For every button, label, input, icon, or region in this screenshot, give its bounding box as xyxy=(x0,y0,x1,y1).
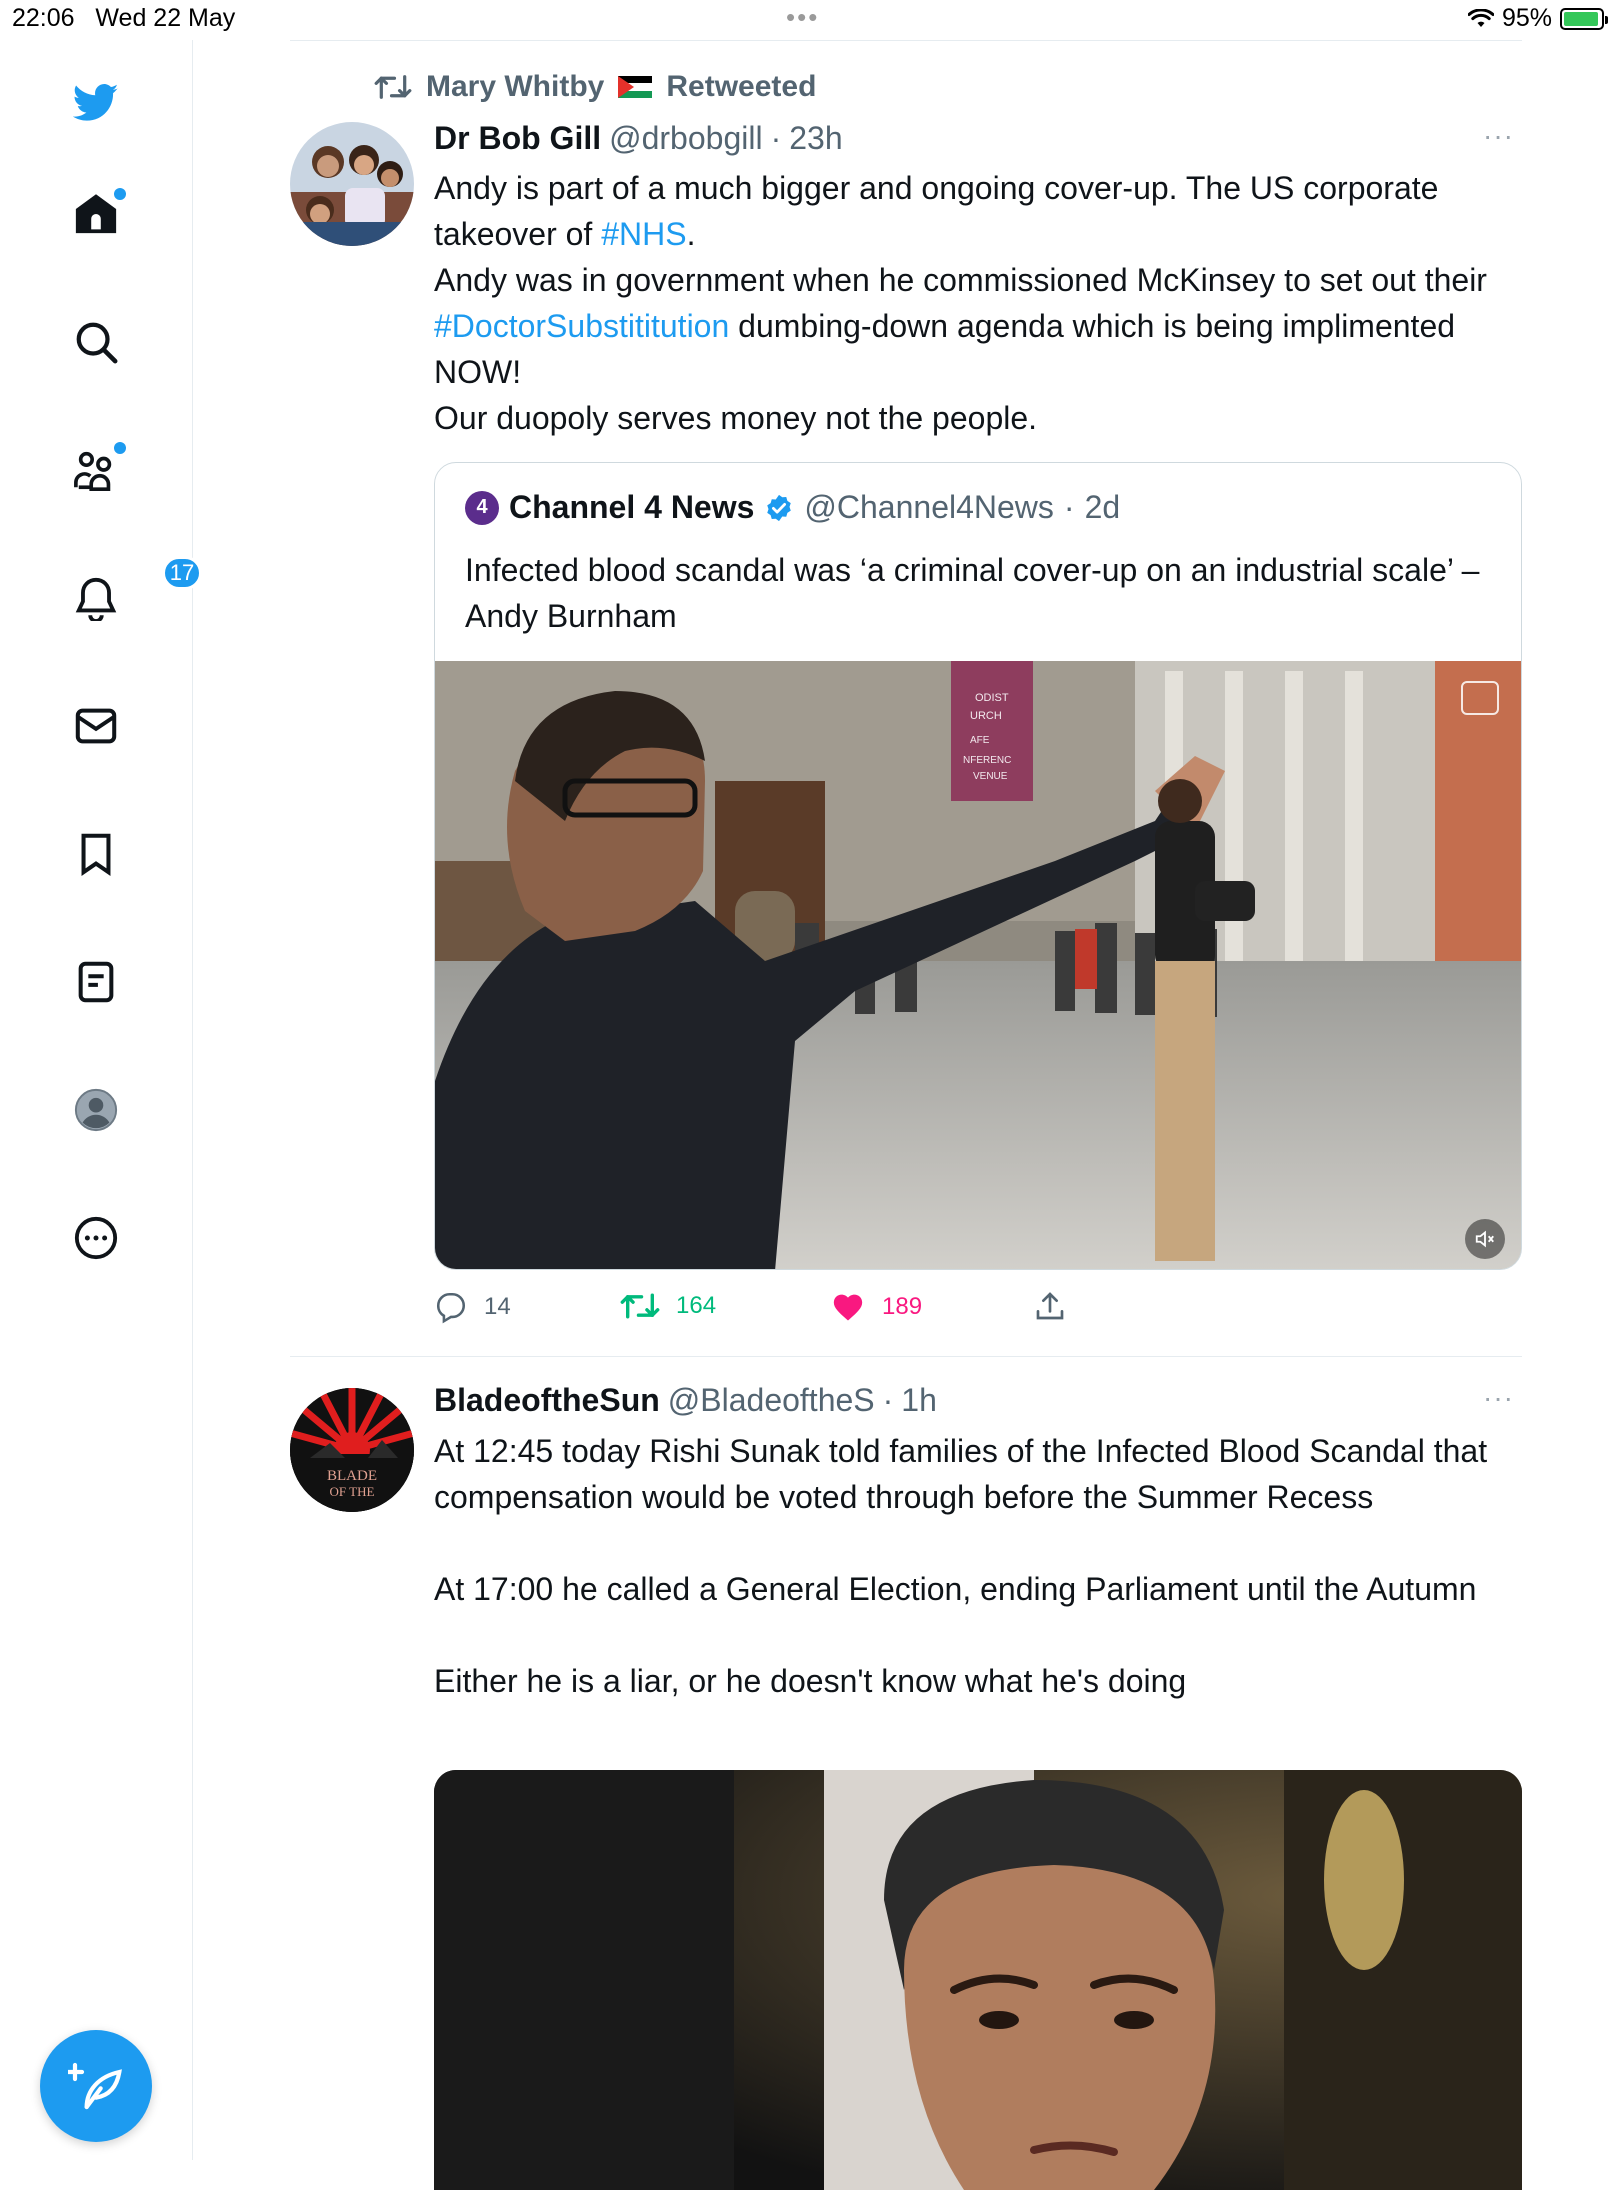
quoted-author-handle[interactable]: @Channel4News xyxy=(804,489,1054,526)
home-icon[interactable] xyxy=(64,182,128,246)
banner-line: NFERENC xyxy=(963,755,1011,766)
author-name[interactable]: BladeoftheSun xyxy=(434,1382,660,1419)
messages-icon[interactable] xyxy=(64,694,128,758)
avatar[interactable]: BLADE OF THE xyxy=(290,1388,414,1512)
status-indicators: 95% xyxy=(1467,4,1608,33)
mute-toggle-button[interactable] xyxy=(1465,1219,1505,1259)
retweet-count: 164 xyxy=(676,1292,717,1319)
bookmarks-icon[interactable] xyxy=(64,822,128,886)
retweet-button[interactable]: 164 xyxy=(620,1290,716,1322)
tweet-actions: 14 164 189 xyxy=(434,1290,1434,1340)
tweet-paragraph: At 17:00 he called a General Election, e… xyxy=(434,1571,1477,1607)
banner-line: URCH xyxy=(970,710,1002,722)
captions-toggle-icon[interactable] xyxy=(1461,681,1499,715)
tweet-photo[interactable] xyxy=(434,1770,1522,2190)
video-player[interactable]: ODIST URCH AFE NFERENC VENUE xyxy=(435,661,1521,1269)
tweet-paragraph: At 12:45 today Rishi Sunak told families… xyxy=(434,1433,1488,1515)
compose-tweet-icon xyxy=(68,2062,122,2110)
channel4-logo-icon[interactable]: 4 xyxy=(465,490,499,525)
profile-icon[interactable] xyxy=(64,1078,128,1142)
palestine-flag-icon xyxy=(618,76,653,98)
banner-line: VENUE xyxy=(973,771,1008,782)
tweet-paragraph: Either he is a liar, or he doesn't know … xyxy=(434,1663,1187,1699)
quoted-tweet-header: 4 Channel 4 News @Channel4News · 2d xyxy=(465,489,1120,526)
banner-line: AFE xyxy=(970,735,990,746)
author-name[interactable]: Dr Bob Gill xyxy=(434,120,601,157)
like-count: 189 xyxy=(882,1293,923,1320)
author-handle[interactable]: @drbobgill xyxy=(609,120,762,157)
battery-icon xyxy=(1560,7,1608,30)
tweet-header: Dr Bob Gill @drbobgill · 23h xyxy=(434,120,843,157)
tweet-line: Andy was in government when he commissio… xyxy=(434,262,1487,390)
heart-filled-icon xyxy=(833,1294,863,1321)
retweet-icon xyxy=(620,1293,660,1319)
compose-tweet-button[interactable] xyxy=(40,2030,152,2142)
twitter-bird-icon[interactable] xyxy=(64,70,128,134)
timeline-feed: Mary Whitby Retweeted Dr Bob Gill @drbob… xyxy=(290,40,1522,2190)
status-time-date: 22:06 Wed 22 May xyxy=(12,4,236,32)
avatar[interactable] xyxy=(290,122,414,246)
notifications-badge: 17 xyxy=(162,556,202,590)
retweeter-name[interactable]: Mary Whitby xyxy=(426,70,604,104)
share-icon xyxy=(1036,1292,1064,1320)
retweet-context[interactable]: Mary Whitby Retweeted xyxy=(374,70,816,104)
quoted-tweet-time[interactable]: 2d xyxy=(1085,489,1121,526)
verified-badge-icon xyxy=(767,494,792,521)
sidebar: 17 xyxy=(0,40,202,2160)
more-icon[interactable] xyxy=(64,1206,128,1270)
notifications-icon[interactable]: 17 xyxy=(64,556,202,630)
hashtag-link[interactable]: #NHS xyxy=(601,216,686,252)
reply-button[interactable]: 14 xyxy=(434,1290,511,1324)
tweet-more-icon[interactable]: ··· xyxy=(1483,120,1514,152)
retweet-icon xyxy=(374,75,412,99)
tweet-text: At 12:45 today Rishi Sunak told families… xyxy=(434,1428,1514,1704)
reply-icon xyxy=(436,1292,465,1324)
banner-line: ODIST xyxy=(975,692,1009,704)
reply-count: 14 xyxy=(484,1293,511,1320)
retweet-label: Retweeted xyxy=(666,70,817,103)
hashtag-link[interactable]: #DoctorSubstititution xyxy=(434,308,729,344)
tweet-time[interactable]: 23h xyxy=(789,120,842,157)
speaker-muted-icon xyxy=(1475,1230,1494,1248)
like-button[interactable]: 189 xyxy=(830,1290,922,1324)
share-button[interactable] xyxy=(1034,1290,1066,1322)
tweet-time[interactable]: 1h xyxy=(901,1382,937,1419)
tweet-line: Our duopoly serves money not the people. xyxy=(434,400,1038,436)
tweet-header: BladeoftheSun @BladeoftheS · 1h xyxy=(434,1382,937,1419)
tweet-more-icon[interactable]: ··· xyxy=(1483,1382,1514,1414)
avatar-text-line: BLADE xyxy=(327,1468,377,1484)
quoted-tweet-text: Infected blood scandal was ‘a criminal c… xyxy=(465,552,1480,634)
wifi-icon xyxy=(1467,8,1494,27)
quoted-tweet[interactable]: 4 Channel 4 News @Channel4News · 2d Infe… xyxy=(434,462,1522,1270)
tweet-line: Andy is part of a much bigger and ongoin… xyxy=(434,170,1439,252)
tweet-text: Andy is part of a much bigger and ongoin… xyxy=(434,165,1514,441)
communities-icon[interactable] xyxy=(64,438,128,502)
communities-unread-dot xyxy=(114,442,126,454)
multitasking-dots-icon[interactable]: ••• xyxy=(786,2,819,33)
home-unread-dot xyxy=(114,188,126,200)
battery-percent: 95% xyxy=(1501,4,1552,32)
lists-icon[interactable] xyxy=(64,950,128,1014)
status-bar: 22:06 Wed 22 May ••• 95% xyxy=(0,0,1620,40)
avatar-text-line: OF THE xyxy=(330,1484,375,1499)
author-handle[interactable]: @BladeoftheS xyxy=(668,1382,875,1419)
search-icon[interactable] xyxy=(64,310,128,374)
quoted-author-name[interactable]: Channel 4 News xyxy=(509,489,754,526)
